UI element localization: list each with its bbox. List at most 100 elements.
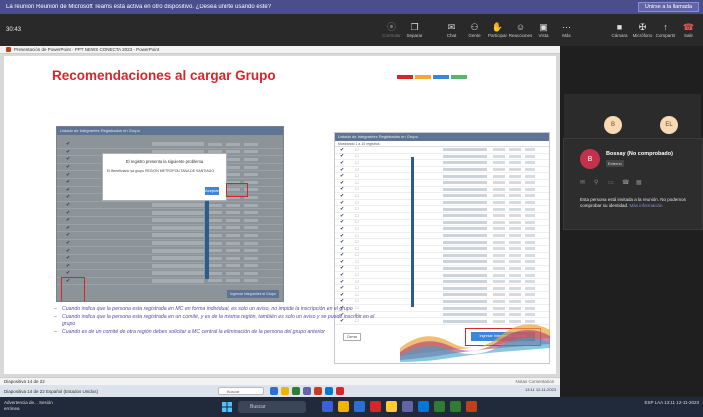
controlar-button[interactable]: ⦿ Controlar (380, 14, 403, 46)
app-icon (281, 387, 289, 395)
app-icon (270, 387, 278, 395)
chat-icon: ✉ (447, 22, 456, 32)
toolbar-button-label: Gente (468, 33, 481, 38)
cámara-button[interactable]: ■ Cámara (608, 14, 631, 46)
slide-bullets: Cuando indica que la persona esta regist… (52, 306, 382, 337)
status-right-controls[interactable]: Notas Comentarios (515, 379, 554, 384)
powerpoint-window-title: Presentación de PowerPoint - PPT NEWS CO… (14, 47, 160, 52)
people-icon: ⚇ (470, 22, 479, 32)
slide-counter: Diapositiva 14 de 22 (4, 379, 45, 384)
table-row: ✔ ☐ (335, 226, 549, 233)
powerpoint-logo-icon (6, 47, 11, 52)
shared-search-box: Buscar (218, 387, 264, 395)
toolbar-button-label: Micrófono (632, 33, 653, 38)
meeting-timer: 30:43 (6, 27, 22, 33)
taskbar-search[interactable]: Buscar (238, 401, 306, 413)
control-icon: ⦿ (386, 22, 396, 32)
table-row: ✔ ☐ (335, 233, 549, 240)
microphone-icon: ✠ (638, 22, 647, 32)
app-icon[interactable] (434, 401, 445, 412)
shot2-rows: ✔ ☐ ✔ ☐ ✔ ☐ ✔ ☐ ✔ ☐ ✔ ☐ ✔ ☐ ✔ ☐ ✔ ☐ ✔ ☐ ✔ ☐ ✔ ☐ ✔ ☐ ✔ ☐ ✔ ☐ ✔ ☐ ✔ ☐ ✔ ☐ ✔ ☐ ✔ ☐… (335, 147, 549, 326)
participant-avatar: B (604, 116, 622, 134)
hand-icon: ✋ (491, 22, 504, 32)
popup-external-tag: Externo (606, 160, 624, 167)
table-row: ✔ (57, 270, 283, 278)
table-row: ✔ (57, 240, 283, 248)
micrófono-button[interactable]: ✠ Micrófono (631, 14, 654, 46)
app-icon[interactable] (450, 401, 461, 412)
compartir-button[interactable]: ↑ Compartir (654, 14, 677, 46)
table-row: ✔ (57, 255, 283, 263)
app-icon[interactable] (418, 401, 429, 412)
call-icon[interactable]: ☎ (622, 179, 636, 186)
popup-info: Esta persona está invitada a la reunión.… (580, 197, 696, 209)
table-row: ✔ (57, 202, 283, 210)
windows-start-icon[interactable] (222, 402, 232, 412)
slide-title: Recomendaciones al cargar Grupo (52, 68, 276, 83)
más-button[interactable]: ⋯ Más (555, 14, 578, 46)
screen: La reunión Reunión de Microsoft Teams es… (0, 0, 703, 417)
table-row: ✔ ☐ (335, 180, 549, 187)
shot1-footer-button: Ingresar Integrantes al Grupo (227, 290, 279, 298)
toolbar-button-label: Chat (446, 33, 457, 38)
leave-icon: ☎ (682, 22, 695, 32)
powerpoint-status-bar: Diapositiva 14 de 22 Notas Comentarios (0, 377, 560, 385)
vista-button[interactable]: ▣ Vista (532, 14, 555, 46)
table-row: ✔ (57, 232, 283, 240)
toolbar-button-label: Controlar (382, 33, 401, 38)
toolbar-button-label: Vista (538, 33, 549, 38)
app-icon[interactable] (370, 401, 381, 412)
chat-button[interactable]: ✉ Chat (440, 14, 463, 46)
banner-message: La reunión Reunión de Microsoft Teams es… (6, 4, 272, 10)
join-call-button[interactable]: Unirse a la llamada (637, 2, 699, 12)
app-icon[interactable] (338, 401, 349, 412)
embedded-screenshot-1: Listado de Integrantes Registrados en Gr… (56, 126, 284, 302)
table-row: ✔ ☐ (335, 246, 549, 253)
table-row: ✔ ☐ (335, 239, 549, 246)
smiley-icon: ☺ (515, 22, 526, 32)
table-row: ✔ ☐ (335, 167, 549, 174)
taskbar-warning[interactable]: Advertencia de... Sesión errónea (4, 400, 64, 412)
video-icon[interactable]: ▭ (608, 179, 622, 186)
share-icon: ↑ (663, 22, 668, 32)
shared-taskbar-left: Diapositiva 14 de 22 Español (Estados Un… (4, 388, 99, 394)
calendar-icon[interactable]: ▦ (636, 179, 650, 186)
app-icon[interactable] (354, 401, 365, 412)
popup-info-link[interactable]: Más información (630, 203, 663, 208)
chat-icon[interactable]: ✉ (580, 179, 594, 186)
table-row: ✔ (57, 217, 283, 225)
toolbar-button-label: Separar (406, 33, 423, 38)
shared-taskbar-tray: 13:11 12-11-2023 (525, 387, 556, 392)
table-row: ✔ ☐ (335, 206, 549, 213)
teams-notification-banner: La reunión Reunión de Microsoft Teams es… (0, 0, 703, 14)
app-icon[interactable] (402, 401, 413, 412)
toolbar-button-label: Más (562, 33, 571, 38)
dialog-message: El Beneficiario ya grupo REGION METROPOL… (107, 169, 215, 173)
taskbar-tray: ESP LAA 13:11 12-11-2023 (644, 400, 699, 405)
more-icon: ⋯ (562, 22, 571, 32)
pin-icon[interactable]: ⚲ (594, 179, 608, 186)
app-icon (292, 387, 300, 395)
popup-name: Bossay (No comprobado) (606, 151, 673, 157)
app-icon[interactable] (466, 401, 477, 412)
table-row: ✔ ☐ (335, 285, 549, 293)
salir-button[interactable]: ☎ Salir (677, 14, 700, 46)
table-row: ✔ ☐ (335, 272, 549, 279)
app-icon[interactable] (386, 401, 397, 412)
reacciones-button[interactable]: ☺ Reacciones (509, 14, 533, 46)
separar-button[interactable]: ❐ Separar (403, 14, 426, 46)
toolbar-left-group: ⦿ Controlar ❐ Separar (380, 14, 426, 46)
shot2-selection-bar (411, 157, 414, 307)
toolbar-button-label: Compartir (655, 33, 676, 38)
participar-button[interactable]: ✋ Participar (486, 14, 509, 46)
highlight-box-rows (61, 277, 85, 301)
shot1-error-dialog: El registro presenta la siguiente proble… (102, 153, 227, 201)
taskbar-apps (322, 401, 482, 412)
toolbar-button-label: Salir (683, 33, 693, 38)
table-row: ✔ (57, 278, 283, 286)
app-icon (336, 387, 344, 395)
gente-button[interactable]: ⚇ Gente (463, 14, 486, 46)
toolbar-button-label: Cámara (611, 33, 628, 38)
table-row: ✔ ☐ (335, 213, 549, 220)
app-icon[interactable] (322, 401, 333, 412)
